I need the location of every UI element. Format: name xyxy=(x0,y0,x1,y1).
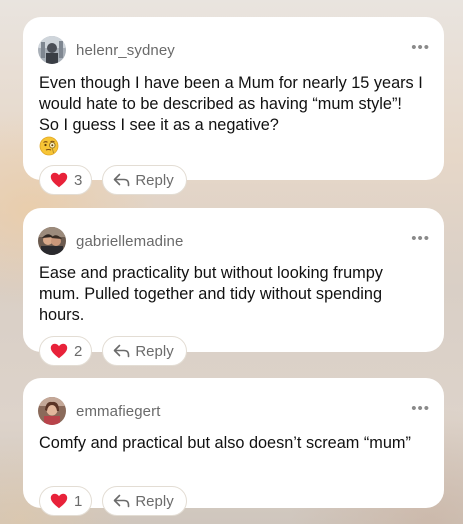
comment-actions: 2 Reply xyxy=(39,336,187,366)
comment-text: Even though I have been a Mum for nearly… xyxy=(39,73,426,159)
reply-button[interactable]: Reply xyxy=(102,336,187,366)
reply-arrow-icon xyxy=(114,494,130,508)
reply-arrow-icon xyxy=(114,344,130,358)
comment-text: Ease and practicality but without lookin… xyxy=(39,264,383,324)
comment-card: emmafiegert ••• Comfy and practical but … xyxy=(23,378,444,516)
username[interactable]: helenr_sydney xyxy=(76,42,175,59)
reply-label: Reply xyxy=(135,492,174,510)
username[interactable]: gabriellemadine xyxy=(76,233,183,250)
reply-arrow-icon xyxy=(114,173,130,187)
comment-header: emmafiegert ••• xyxy=(38,396,430,426)
like-count: 2 xyxy=(74,342,83,360)
more-dots-icon[interactable]: ••• xyxy=(411,229,430,254)
like-button[interactable]: 3 xyxy=(39,165,93,195)
more-dots-icon[interactable]: ••• xyxy=(411,399,430,424)
comment-text: Comfy and practical but also doesn’t scr… xyxy=(39,434,411,452)
heart-icon xyxy=(50,493,68,509)
reply-button[interactable]: Reply xyxy=(102,165,187,195)
comment-header: helenr_sydney ••• xyxy=(38,35,430,65)
comment-actions: 1 Reply xyxy=(39,486,187,516)
heart-icon xyxy=(50,343,68,359)
username[interactable]: emmafiegert xyxy=(76,403,160,420)
monocle-face-icon xyxy=(39,136,59,156)
reply-label: Reply xyxy=(135,171,174,189)
avatar[interactable] xyxy=(38,397,66,425)
comment-header: gabriellemadine ••• xyxy=(38,226,430,256)
like-button[interactable]: 1 xyxy=(39,486,93,516)
heart-icon xyxy=(50,172,68,188)
avatar[interactable] xyxy=(38,227,66,255)
like-count: 3 xyxy=(74,171,83,189)
comment-card: helenr_sydney ••• Even though I have bee… xyxy=(23,17,444,195)
avatar[interactable] xyxy=(38,36,66,64)
like-count: 1 xyxy=(74,492,83,510)
comment-card: gabriellemadine ••• Ease and practicalit… xyxy=(23,208,444,366)
like-button[interactable]: 2 xyxy=(39,336,93,366)
comment-actions: 3 Reply xyxy=(39,165,187,195)
reply-label: Reply xyxy=(135,342,174,360)
reply-button[interactable]: Reply xyxy=(102,486,187,516)
more-dots-icon[interactable]: ••• xyxy=(411,38,430,63)
comment-body: Even though I have been a Mum for nearly… xyxy=(39,74,423,134)
